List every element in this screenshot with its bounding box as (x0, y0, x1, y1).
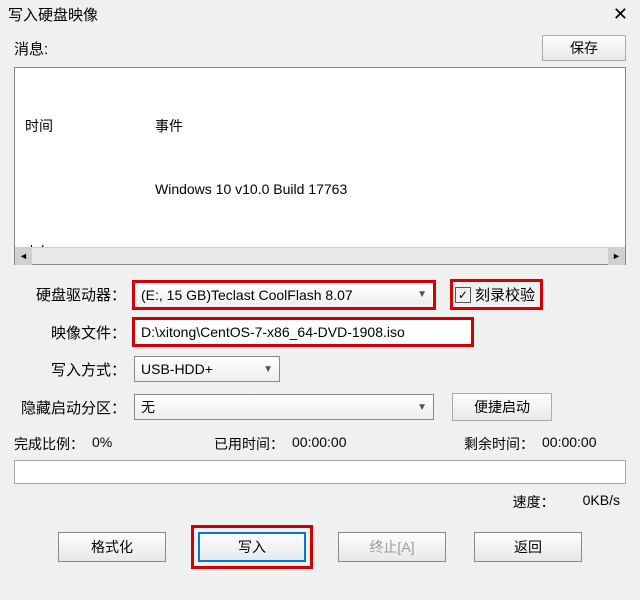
chevron-down-icon: ▼ (417, 402, 427, 413)
image-label: 映像文件： (14, 322, 134, 343)
done-label: 完成比例： (14, 434, 84, 454)
verify-checkbox[interactable]: ✓ 刻录校验 (452, 281, 541, 308)
drive-label: 硬盘驱动器： (14, 284, 134, 305)
close-icon[interactable]: ✕ (609, 4, 632, 25)
save-button[interactable]: 保存 (542, 35, 626, 61)
checkbox-check-icon: ✓ (455, 287, 471, 303)
log-event-header: 事件 (155, 116, 183, 137)
elapsed-label: 已用时间： (214, 434, 284, 454)
log-time-header: 时间 (25, 116, 155, 137)
speed-label: 速度： (513, 492, 555, 512)
format-button[interactable]: 格式化 (58, 532, 166, 562)
hide-label: 隐藏启动分区： (14, 397, 134, 418)
write-button[interactable]: 写入 (198, 532, 306, 562)
scroll-right-icon[interactable]: ► (608, 248, 625, 265)
horizontal-scrollbar[interactable]: ◄ ► (15, 247, 625, 264)
scroll-left-icon[interactable]: ◄ (15, 248, 32, 265)
hide-combo[interactable]: 无 ▼ (134, 394, 434, 420)
window-title: 写入硬盘映像 (8, 4, 98, 25)
done-value: 0% (92, 434, 112, 454)
quick-boot-button[interactable]: 便捷启动 (452, 393, 552, 421)
progress-bar (14, 460, 626, 484)
image-input[interactable]: D:\xitong\CentOS-7-x86_64-DVD-1908.iso (134, 319, 472, 345)
remain-value: 00:00:00 (542, 434, 597, 454)
drive-combo[interactable]: (E:, 15 GB)Teclast CoolFlash 8.07 ▼ (134, 282, 434, 308)
mode-value: USB-HDD+ (141, 361, 213, 377)
message-label: 消息: (14, 38, 48, 59)
drive-value: (E:, 15 GB)Teclast CoolFlash 8.07 (141, 287, 353, 303)
back-button[interactable]: 返回 (474, 532, 582, 562)
remain-label: 剩余时间： (464, 434, 534, 454)
elapsed-value: 00:00:00 (292, 434, 347, 454)
hide-value: 无 (141, 397, 155, 417)
verify-label: 刻录校验 (475, 284, 535, 305)
speed-value: 0KB/s (583, 492, 620, 512)
chevron-down-icon: ▼ (417, 289, 427, 300)
log-event: Windows 10 v10.0 Build 17763 (155, 179, 347, 200)
abort-button: 终止[A] (338, 532, 446, 562)
log-time (25, 179, 155, 200)
log-area: 时间 事件 Windows 10 v10.0 Build 17763 上午 10… (14, 67, 626, 265)
chevron-down-icon: ▼ (263, 364, 273, 375)
mode-label: 写入方式： (14, 359, 134, 380)
image-value: D:\xitong\CentOS-7-x86_64-DVD-1908.iso (141, 324, 405, 340)
mode-combo[interactable]: USB-HDD+ ▼ (134, 356, 280, 382)
